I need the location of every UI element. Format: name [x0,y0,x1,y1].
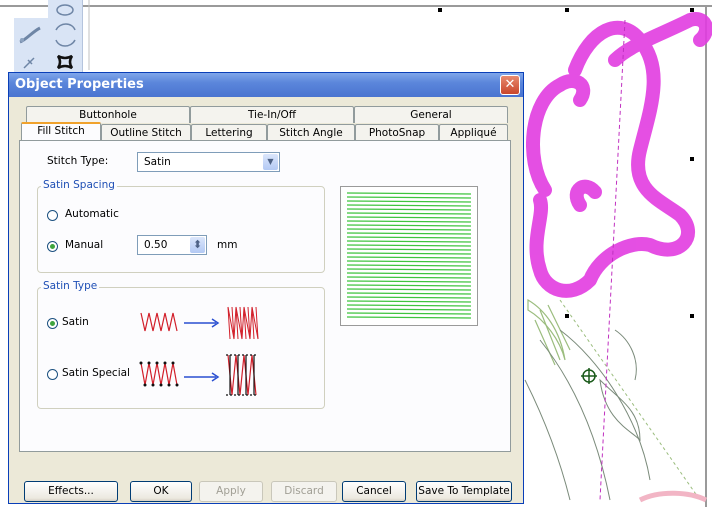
fill-stitch-panel: Stitch Type: Satin ▼ Satin Spacing Autom… [19,140,511,452]
discard-button[interactable]: Discard [271,481,337,502]
preview-stitch-lines [346,192,472,319]
feather-icon [23,57,35,69]
rotate-icon [56,4,74,16]
close-icon[interactable]: ✕ [500,75,520,95]
satin-diagram-icon [140,306,259,340]
quatrefoil-icon [56,54,74,70]
save-to-template-button[interactable]: Save To Template [416,481,512,502]
spacing-unit: mm [217,239,238,251]
rotate-tool-button[interactable] [48,0,83,18]
apply-button[interactable]: Apply [199,481,263,502]
tab-buttonhole[interactable]: Buttonhole [26,106,190,123]
satin-radio[interactable] [47,318,58,329]
dialog-titlebar[interactable]: Object Properties ✕ [9,73,523,97]
manual-radio[interactable] [47,241,58,252]
manual-label: Manual [65,239,104,251]
tab-general[interactable]: General [354,106,508,123]
satin-type-legend: Satin Type [41,280,100,292]
stitch-type-value: Satin [144,156,171,168]
quatrefoil-tool-button[interactable] [48,52,83,72]
tab-photosnap[interactable]: PhotoSnap [355,124,439,141]
stitch-preview [340,186,478,326]
object-properties-dialog: Object Properties ✕ Buttonhole Tie-In/Of… [8,72,524,504]
cancel-button[interactable]: Cancel [342,481,406,502]
tab-outline-stitch[interactable]: Outline Stitch [101,124,191,141]
ok-button[interactable]: OK [130,481,192,502]
tab-applique[interactable]: Appliqué [439,124,508,141]
rotate-tool-button-2[interactable] [48,18,83,52]
tab-tie-in-off[interactable]: Tie-In/Off [190,106,354,123]
satin-label: Satin [62,316,89,328]
spin-arrows-icon[interactable]: ⬍ [190,237,205,253]
satin-special-radio[interactable] [47,369,58,380]
tab-lettering[interactable]: Lettering [191,124,267,141]
crosshair-icon [581,368,597,384]
wand-icon [19,26,41,44]
tab-stitch-angle[interactable]: Stitch Angle [267,124,355,141]
stitch-type-select[interactable]: Satin ▼ [137,152,280,172]
tab-fill-stitch[interactable]: Fill Stitch [21,122,101,141]
dialog-title: Object Properties [15,77,144,92]
satin-spacing-legend: Satin Spacing [41,179,117,191]
rotate-icon [55,23,76,47]
dropdown-arrow-icon: ▼ [263,154,278,170]
satin-spacing-group [37,186,325,273]
spacing-value: 0.50 [144,239,168,251]
stitch-type-label: Stitch Type: [47,155,109,167]
wand-tool-button[interactable] [14,18,49,52]
satin-special-label: Satin Special [62,367,130,379]
spacing-input[interactable]: 0.50 ⬍ [137,235,207,255]
automatic-label: Automatic [65,208,119,220]
effects-button[interactable]: Effects... [24,481,118,502]
feather-tool-button[interactable] [14,52,49,72]
automatic-radio[interactable] [47,210,58,221]
satin-special-diagram-icon [139,354,258,396]
